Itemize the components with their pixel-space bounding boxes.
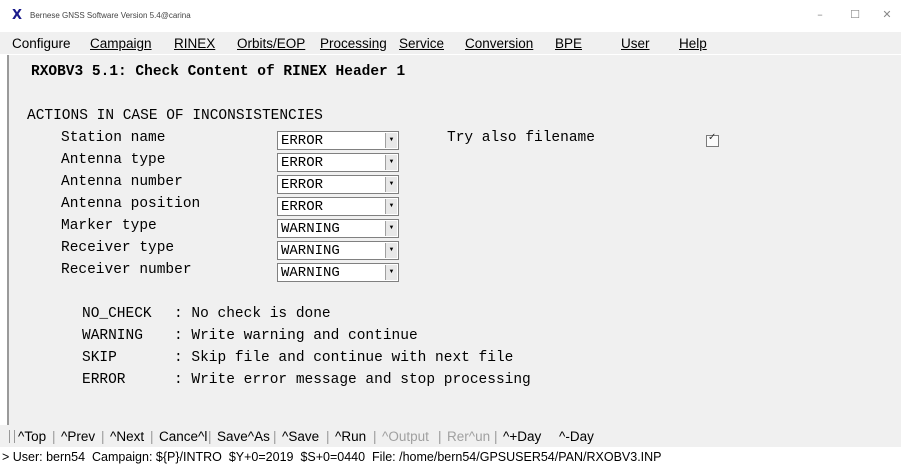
x-app-icon: X [12,8,23,23]
label-marker-type: Marker type [61,218,157,234]
toolbar-separator: | [52,429,56,444]
chevron-down-icon[interactable]: ▼ [385,199,397,214]
chevron-down-icon[interactable]: ▼ [385,155,397,170]
label-receiver-number: Receiver number [61,262,192,278]
menu-configure[interactable]: Configure [12,36,71,51]
help-key: SKIP [82,350,117,366]
minimize-button[interactable]: – [806,6,834,24]
title-bar: X Bernese GNSS Software Version 5.4@cari… [0,0,901,30]
chevron-down-icon[interactable]: ▼ [385,133,397,148]
menu-campaign[interactable]: Campaign [90,36,152,51]
label-antenna-position: Antenna position [61,196,201,212]
toolbar-separator: | [326,429,330,444]
top-button[interactable]: ^Top [18,429,46,444]
checkmark-icon: ✓ [708,132,717,143]
menu-user[interactable]: User [621,36,650,51]
marker-type-select[interactable]: WARNING ▼ [277,219,399,238]
close-button[interactable]: ✕ [873,6,901,24]
chevron-down-icon[interactable]: ▼ [385,265,397,280]
menu-bar: Configure Campaign RINEX Orbits/EOP Proc… [0,32,901,54]
minus-day-button[interactable]: ^-Day [559,429,594,444]
prev-button[interactable]: ^Prev [61,429,95,444]
antenna-type-select[interactable]: ERROR ▼ [277,153,399,172]
antenna-type-value: ERROR [281,155,324,171]
section-heading: ACTIONS IN CASE OF INCONSISTENCIES [27,108,323,124]
menu-help[interactable]: Help [679,36,707,51]
menu-service[interactable]: Service [399,36,444,51]
save-button[interactable]: ^Save [282,429,319,444]
help-key: NO_CHECK [82,306,152,322]
menu-rinex[interactable]: RINEX [174,36,215,51]
receiver-type-value: WARNING [281,243,340,259]
button-toolbar: ^Top | ^Prev | ^Next | Cance^l | Save^As… [0,425,901,447]
maximize-button[interactable]: ☐ [841,6,869,24]
receiver-number-value: WARNING [281,265,340,281]
toolbar-separator: | [494,429,498,444]
antenna-position-select[interactable]: ERROR ▼ [277,197,399,216]
help-key: WARNING [82,328,143,344]
help-desc: : Write warning and continue [174,328,418,344]
receiver-type-select[interactable]: WARNING ▼ [277,241,399,260]
input-panel: RXOBV3 5.1: Check Content of RINEX Heade… [7,55,901,425]
toolbar-separator: | [273,429,277,444]
marker-type-value: WARNING [281,221,340,237]
station-name-value: ERROR [281,133,324,149]
label-antenna-number: Antenna number [61,174,183,190]
receiver-number-select[interactable]: WARNING ▼ [277,263,399,282]
help-desc: : Write error message and stop processin… [174,372,531,388]
chevron-down-icon[interactable]: ▼ [385,177,397,192]
window-title: Bernese GNSS Software Version 5.4@carina [30,11,191,20]
cancel-button[interactable]: Cance^l [159,429,207,444]
next-button[interactable]: ^Next [110,429,144,444]
plus-day-button[interactable]: ^+Day [503,429,541,444]
toolbar-separator: | [101,429,105,444]
label-station-name: Station name [61,130,166,146]
menu-processing[interactable]: Processing [320,36,387,51]
run-button[interactable]: ^Run [335,429,366,444]
antenna-number-value: ERROR [281,177,324,193]
status-text: > User: bern54 Campaign: ${P}/INTRO $Y+0… [2,450,662,464]
help-key: ERROR [82,372,126,388]
rerun-button[interactable]: Rer^un [447,429,490,444]
antenna-position-value: ERROR [281,199,324,215]
station-name-select[interactable]: ERROR ▼ [277,131,399,150]
toolbar-separator: | [150,429,154,444]
status-bar: > User: bern54 Campaign: ${P}/INTRO $Y+0… [0,448,901,466]
chevron-down-icon[interactable]: ▼ [385,243,397,258]
toolbar-separator: | [373,429,377,444]
menu-orbits-eop[interactable]: Orbits/EOP [237,36,305,51]
label-try-filename: Try also filename [447,130,595,146]
help-desc: : Skip file and continue with next file [174,350,514,366]
antenna-number-select[interactable]: ERROR ▼ [277,175,399,194]
output-button[interactable]: ^Output [382,429,429,444]
chevron-down-icon[interactable]: ▼ [385,221,397,236]
toolbar-separator: | [438,429,442,444]
label-antenna-type: Antenna type [61,152,166,168]
label-receiver-type: Receiver type [61,240,175,256]
save-as-button[interactable]: Save^As [217,429,270,444]
try-filename-checkbox[interactable]: ✓ [706,132,719,147]
toolbar-grip-icon[interactable] [9,430,15,443]
toolbar-separator: | [208,429,212,444]
help-desc: : No check is done [174,306,331,322]
menu-conversion[interactable]: Conversion [465,36,533,51]
panel-title: RXOBV3 5.1: Check Content of RINEX Heade… [31,64,406,80]
menu-bpe[interactable]: BPE [555,36,582,51]
